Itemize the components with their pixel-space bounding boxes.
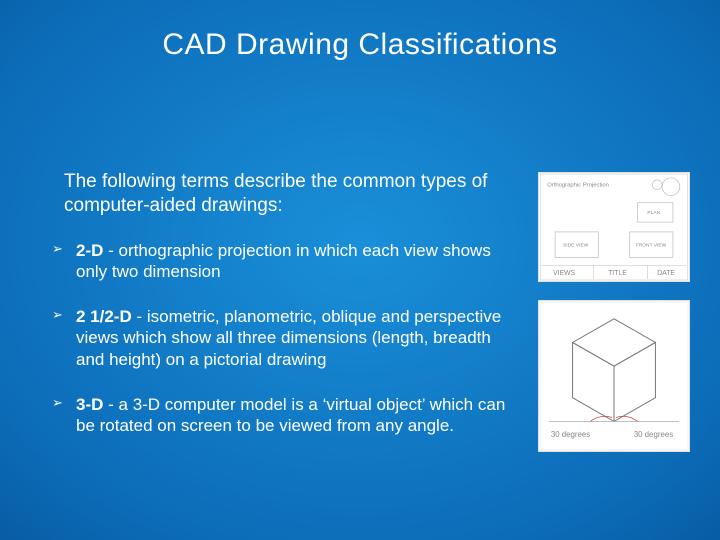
body-text: The following terms describe the common … <box>52 170 512 460</box>
bullet-rest: - a 3-D computer model is a ‘virtual obj… <box>76 395 505 435</box>
bullet-item: 2 1/2-D - isometric, planometric, obliqu… <box>52 306 512 370</box>
slide: CAD Drawing Classifications The followin… <box>0 0 720 540</box>
fig1-bottom2-label: TITLE <box>608 270 627 277</box>
bullet-list: 2-D - orthographic projection in which e… <box>52 240 512 437</box>
fig2-left-label: 30 degrees <box>551 430 590 439</box>
fig1-box2-label: FRONT VIEW <box>636 243 667 249</box>
bullet-item: 3-D - a 3-D computer model is a ‘virtual… <box>52 394 512 437</box>
fig1-title-label: Orthographic Projection <box>547 183 609 189</box>
fig1-bottom3-label: DATE <box>657 270 675 277</box>
fig1-bottom1-label: VIEWS <box>553 270 576 277</box>
bullet-rest: - isometric, planometric, oblique and pe… <box>76 307 501 369</box>
fig1-plan-label: PLAN <box>647 210 660 216</box>
bullet-term: 2 1/2-D <box>76 307 132 326</box>
page-title: CAD Drawing Classifications <box>0 28 720 62</box>
orthographic-diagram: Orthographic Projection PLAN SIDE VIEW F… <box>538 172 690 282</box>
intro-text: The following terms describe the common … <box>64 170 512 218</box>
bullet-item: 2-D - orthographic projection in which e… <box>52 240 512 283</box>
fig1-box1-label: SIDE VIEW <box>563 243 589 249</box>
fig2-right-label: 30 degrees <box>634 430 673 439</box>
bullet-term: 3-D <box>76 395 103 414</box>
bullet-term: 2-D <box>76 241 103 260</box>
isometric-cube-diagram: 30 degrees 30 degrees <box>538 300 690 452</box>
bullet-rest: - orthographic projection in which each … <box>76 241 491 281</box>
